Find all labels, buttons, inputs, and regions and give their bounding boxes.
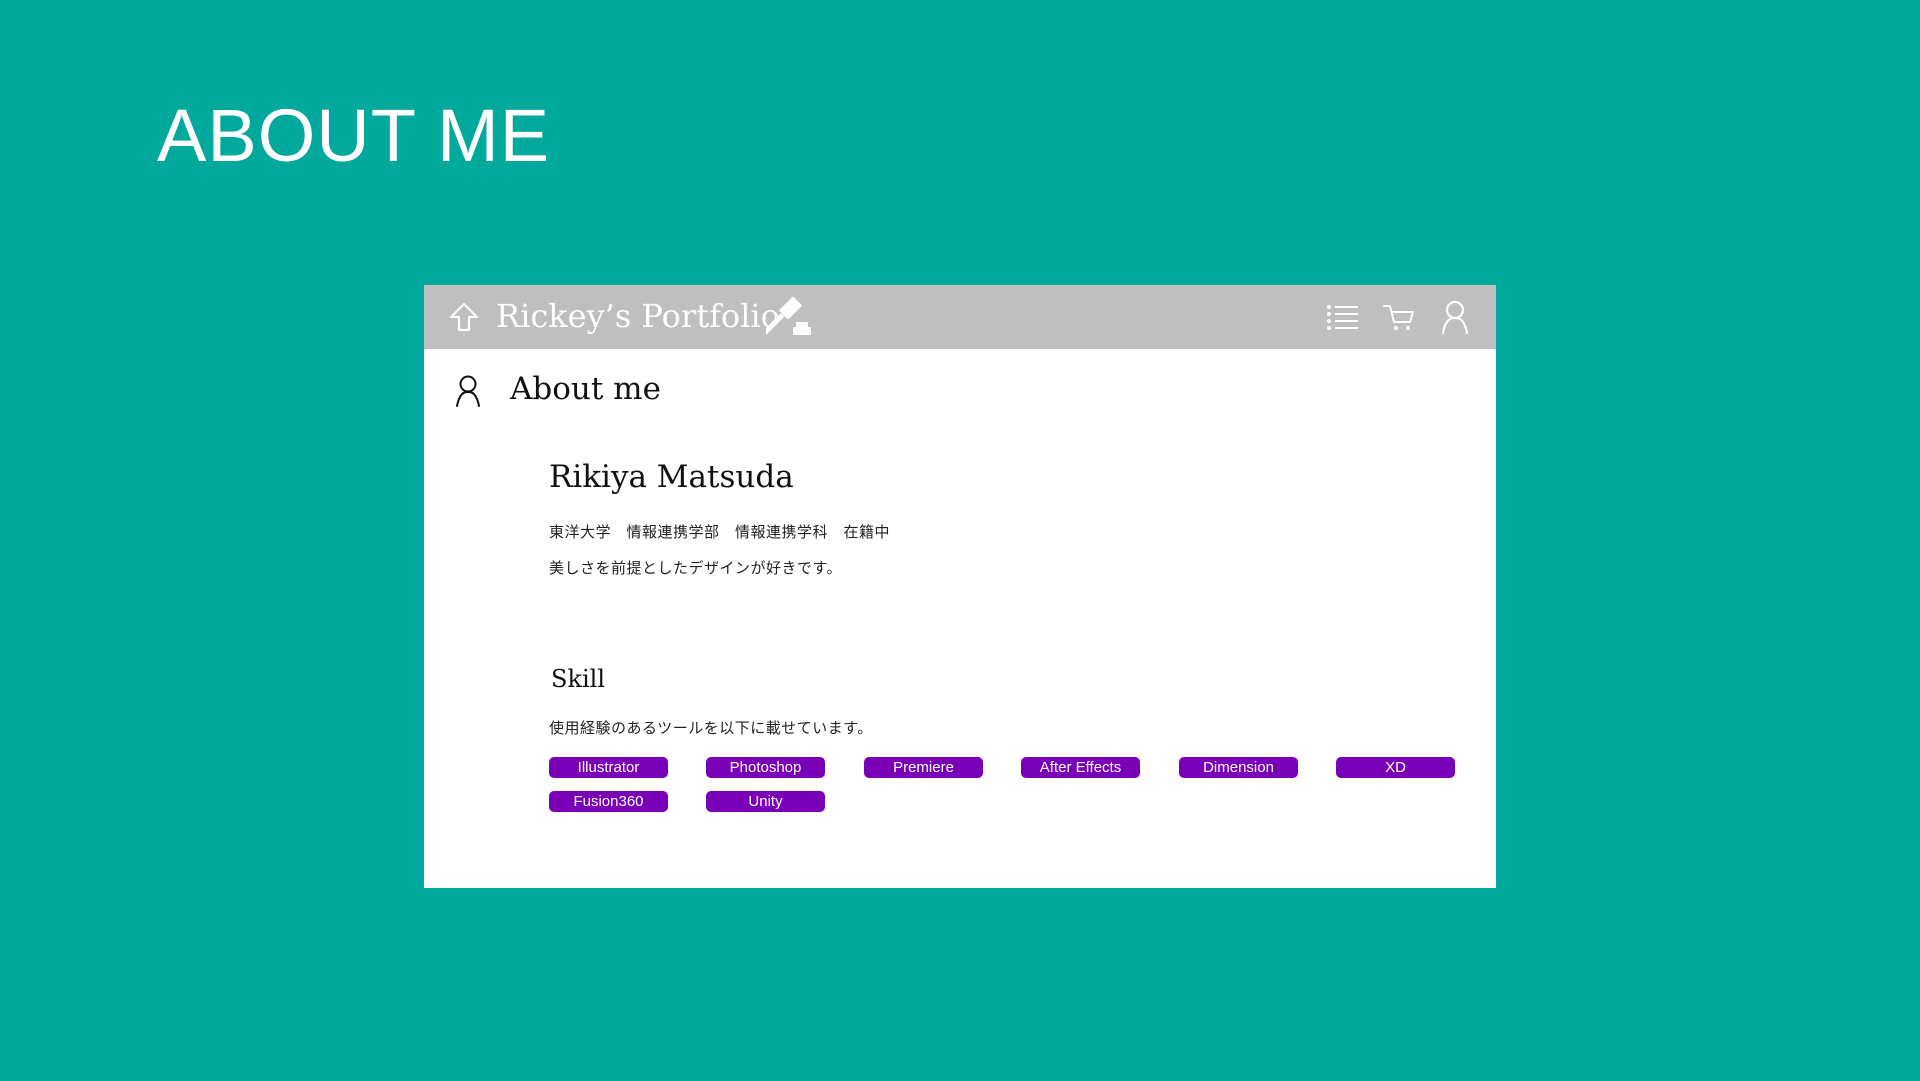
- skill-tag-photoshop[interactable]: Photoshop: [706, 757, 825, 778]
- skill-tag-after-effects[interactable]: After Effects: [1021, 757, 1140, 778]
- skill-tag-xd[interactable]: XD: [1336, 757, 1455, 778]
- skill-description: 使用経験のあるツールを以下に載せています。: [549, 719, 873, 737]
- skill-tag-dimension[interactable]: Dimension: [1179, 757, 1298, 778]
- skill-tag-unity[interactable]: Unity: [706, 791, 825, 812]
- app-title[interactable]: Rickey’s Portfolio: [496, 294, 780, 338]
- user-icon[interactable]: [1440, 299, 1470, 335]
- skill-tag-premiere[interactable]: Premiere: [864, 757, 983, 778]
- cart-icon[interactable]: [1382, 302, 1416, 334]
- user-icon: [456, 375, 480, 407]
- list-menu-icon[interactable]: [1326, 302, 1360, 332]
- section-title: About me: [510, 371, 661, 407]
- slide-title: ABOUT ME: [157, 94, 551, 177]
- skill-heading: Skill: [551, 665, 606, 693]
- profile-affiliation: 東洋大学 情報連携学部 情報連携学科 在籍中: [549, 523, 891, 541]
- profile-statement: 美しさを前提としたデザインが好きです。: [549, 559, 843, 577]
- gavel-icon: [766, 296, 811, 335]
- home-arrow-up-icon[interactable]: [448, 301, 480, 333]
- app-header: Rickey’s Portfolio: [424, 285, 1496, 349]
- portfolio-window: Rickey’s Portfolio About me Rikiya Matsu…: [424, 285, 1496, 888]
- skill-tag-fusion360[interactable]: Fusion360: [549, 791, 668, 812]
- skill-tag-illustrator[interactable]: Illustrator: [549, 757, 668, 778]
- profile-name: Rikiya Matsuda: [549, 459, 794, 495]
